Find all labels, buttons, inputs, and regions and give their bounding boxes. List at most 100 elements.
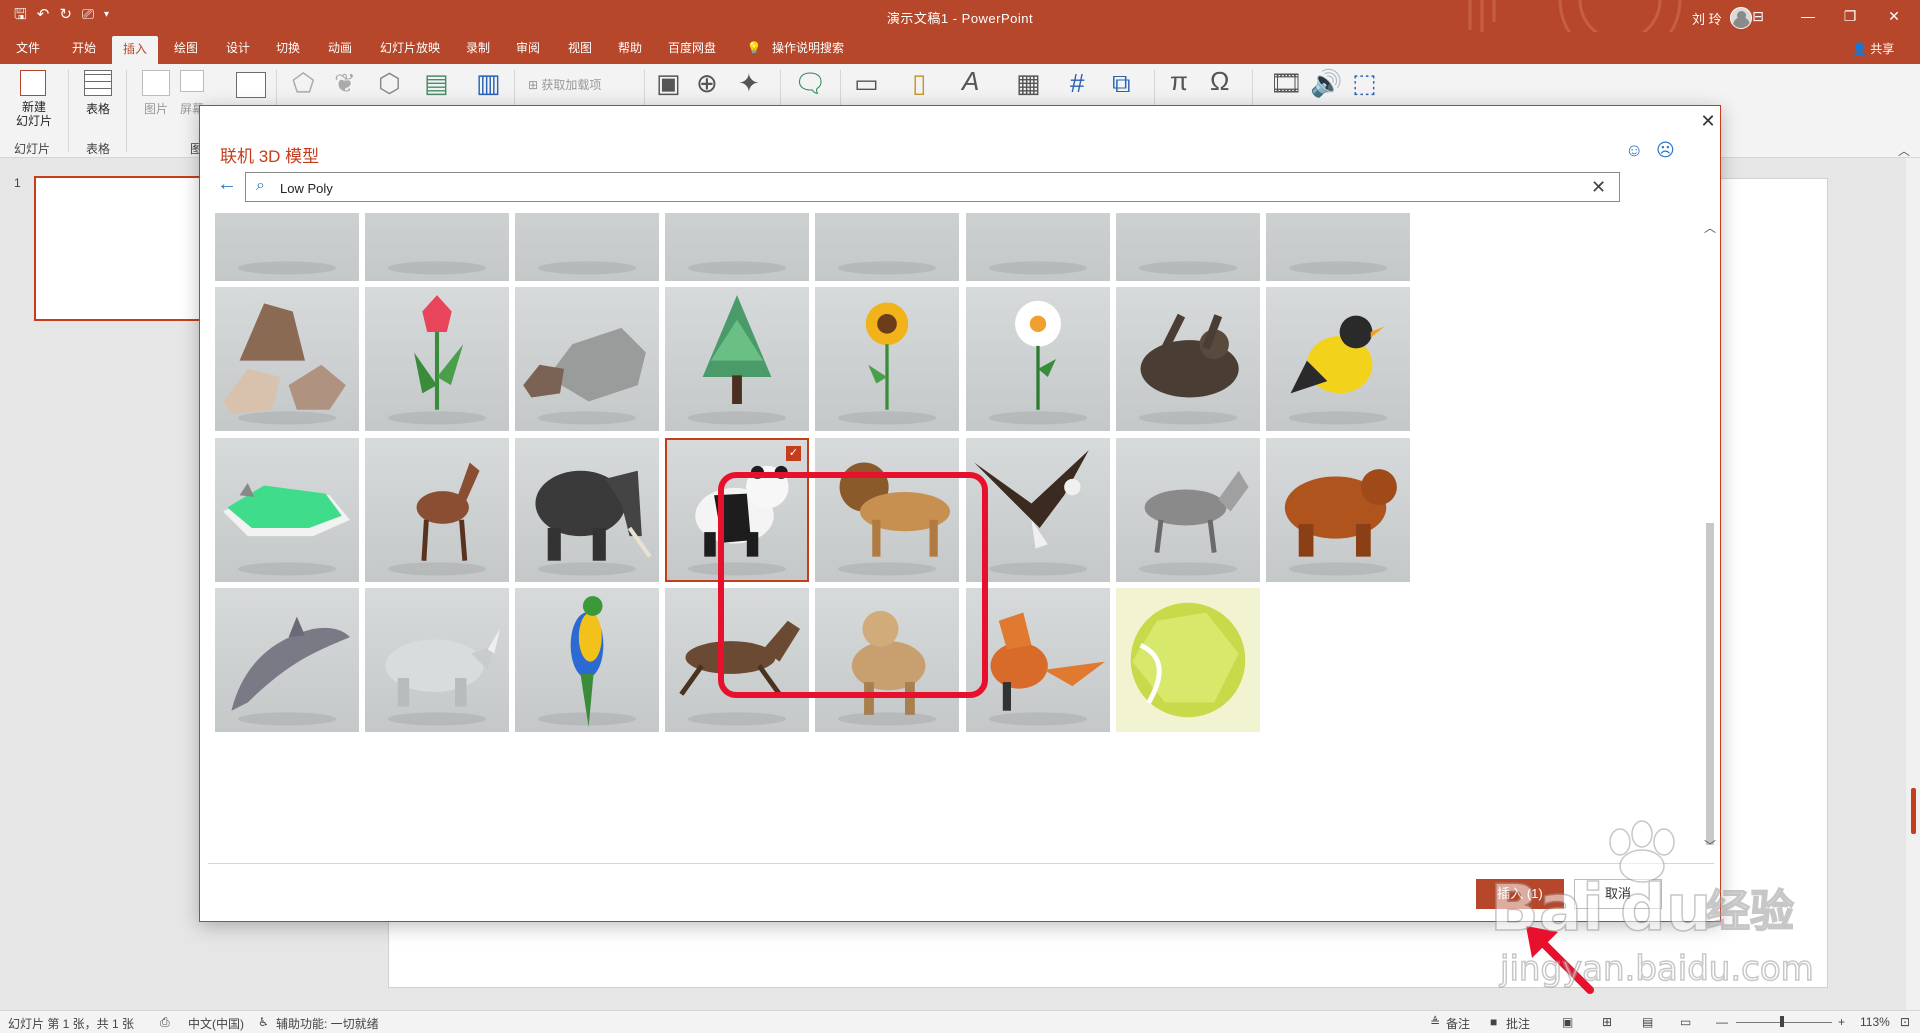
- dialog-close-icon[interactable]: ✕: [1697, 110, 1719, 132]
- reading-view-icon[interactable]: ▤: [1642, 1015, 1653, 1029]
- dialog-scroll-thumb[interactable]: [1706, 523, 1714, 845]
- back-arrow-icon[interactable]: ←: [217, 173, 237, 196]
- close-window-icon[interactable]: ✕: [1872, 0, 1916, 32]
- model-tile-canyon-island[interactable]: [1266, 213, 1410, 281]
- zoom-slider-thumb[interactable]: [1780, 1016, 1784, 1027]
- audio-icon[interactable]: 🔊: [1310, 68, 1342, 99]
- model-tile-sunflower[interactable]: [815, 287, 959, 431]
- tab-review[interactable]: 审阅: [510, 32, 546, 64]
- tab-slideshow[interactable]: 幻灯片放映: [374, 32, 446, 64]
- zoom-icon[interactable]: ▣: [656, 68, 681, 99]
- 3d-models-icon[interactable]: ⬡: [378, 68, 401, 99]
- equation-icon[interactable]: π: [1170, 66, 1188, 97]
- ribbon-display-options-icon[interactable]: ⊟: [1736, 0, 1780, 32]
- zoom-out-icon[interactable]: —: [1716, 1015, 1728, 1029]
- model-tile-pine-tree[interactable]: [665, 287, 809, 431]
- model-tile-rock-cliff[interactable]: [215, 213, 359, 281]
- model-tile-horse[interactable]: [665, 588, 809, 732]
- model-tile-sloth[interactable]: [1116, 287, 1260, 431]
- model-tile-rock-mound[interactable]: [365, 213, 509, 281]
- tab-view[interactable]: 视图: [562, 32, 598, 64]
- model-tile-parrot[interactable]: [515, 588, 659, 732]
- tab-baidu-netdisk[interactable]: 百度网盘: [662, 32, 722, 64]
- restore-icon[interactable]: ❐: [1828, 0, 1872, 32]
- model-tile-yellow-bird[interactable]: [1266, 287, 1410, 431]
- minimize-icon[interactable]: —: [1786, 0, 1830, 32]
- send-frown-icon[interactable]: ☹: [1656, 140, 1675, 161]
- slide-sorter-icon[interactable]: ⊞: [1602, 1015, 1612, 1029]
- model-tile-stones[interactable]: [515, 287, 659, 431]
- object-icon[interactable]: ⧉: [1112, 68, 1131, 100]
- accessibility-status[interactable]: 辅助功能: 一切就绪: [276, 1015, 379, 1032]
- model-tile-fox[interactable]: [966, 588, 1110, 732]
- new-slide-button[interactable]: 新建 幻灯片: [8, 70, 60, 128]
- notes-button[interactable]: 备注: [1446, 1015, 1470, 1032]
- send-smile-icon[interactable]: ☺: [1625, 140, 1643, 161]
- model-tile-tennis-ball[interactable]: [1116, 588, 1260, 732]
- tab-file[interactable]: 文件: [10, 32, 46, 64]
- model-tile-rhino[interactable]: [365, 588, 509, 732]
- date-time-icon[interactable]: ▦: [1016, 68, 1041, 99]
- model-tile-panda[interactable]: ✓: [665, 438, 809, 582]
- scroll-thumb[interactable]: [1911, 788, 1916, 834]
- model-tile-lynx[interactable]: [815, 588, 959, 732]
- tab-draw[interactable]: 绘图: [168, 32, 204, 64]
- symbol-icon[interactable]: Ω: [1210, 66, 1229, 97]
- search-box[interactable]: ⌕ ✕: [245, 172, 1620, 202]
- header-footer-icon[interactable]: ▯: [912, 68, 926, 99]
- model-tile-deer[interactable]: [365, 438, 509, 582]
- table-button[interactable]: 表格: [78, 70, 118, 117]
- comments-button[interactable]: 批注: [1506, 1015, 1530, 1032]
- model-tile-bear[interactable]: [1266, 438, 1410, 582]
- video-icon[interactable]: 🎞: [1270, 68, 1303, 99]
- fit-to-window-icon[interactable]: ⊡: [1900, 1015, 1910, 1029]
- smartart-icon[interactable]: ▤: [424, 68, 449, 99]
- share-button[interactable]: 👤 共享: [1852, 40, 1894, 57]
- pictures-button[interactable]: 图片: [140, 70, 172, 117]
- comment-icon[interactable]: 🗨: [794, 68, 827, 99]
- icons-icon[interactable]: ❦: [334, 68, 356, 99]
- spelling-icon[interactable]: ⎙: [160, 1015, 170, 1030]
- model-tile-dark-rock[interactable]: [515, 213, 659, 281]
- action-icon[interactable]: ✦: [738, 68, 760, 99]
- scroll-down-icon[interactable]: ﹀: [1703, 837, 1717, 854]
- model-tile-dolphin[interactable]: [215, 588, 359, 732]
- model-tile-tulip[interactable]: [365, 287, 509, 431]
- dialog-scrollbar[interactable]: ︿ ﹀: [1703, 213, 1717, 863]
- tab-transitions[interactable]: 切换: [270, 32, 306, 64]
- model-tile-lion[interactable]: [815, 438, 959, 582]
- tab-home[interactable]: 开始: [66, 32, 102, 64]
- clear-search-icon[interactable]: ✕: [1591, 177, 1606, 198]
- search-input[interactable]: [280, 178, 1560, 198]
- tab-insert[interactable]: 插入: [112, 36, 158, 64]
- tab-animations[interactable]: 动画: [322, 32, 358, 64]
- editor-scrollbar[interactable]: [1906, 158, 1920, 1010]
- model-tile-daisy[interactable]: [966, 287, 1110, 431]
- textbox-icon[interactable]: ▭: [854, 68, 879, 99]
- model-tile-wolf[interactable]: [1116, 438, 1260, 582]
- shapes-icon[interactable]: ⬠: [292, 68, 315, 99]
- model-tile-mossy-rock[interactable]: [1116, 213, 1260, 281]
- photo-album-icon[interactable]: [236, 72, 266, 98]
- model-tile-bare-tree[interactable]: [815, 213, 959, 281]
- get-addins-button[interactable]: ⊞ 获取加载项: [528, 76, 608, 93]
- slideshow-icon[interactable]: ▭: [1680, 1015, 1691, 1029]
- tab-design[interactable]: 设计: [220, 32, 256, 64]
- normal-view-icon[interactable]: ▣: [1562, 1015, 1573, 1029]
- screen-recording-icon[interactable]: ⬚: [1352, 68, 1377, 99]
- scroll-up-icon[interactable]: ︿: [1703, 219, 1717, 236]
- model-tile-eagle[interactable]: [966, 438, 1110, 582]
- language[interactable]: 中文(中国): [188, 1015, 244, 1032]
- slide-number-icon[interactable]: #: [1070, 68, 1084, 99]
- selected-checkbox-icon[interactable]: ✓: [786, 446, 801, 461]
- model-tile-green-island[interactable]: [215, 438, 359, 582]
- insert-button[interactable]: 插入 (1): [1476, 879, 1564, 909]
- model-tile-branch-tree[interactable]: [966, 213, 1110, 281]
- tab-record[interactable]: 录制: [460, 32, 496, 64]
- tab-help[interactable]: 帮助: [612, 32, 648, 64]
- zoom-in-icon[interactable]: +: [1838, 1015, 1845, 1029]
- zoom-level[interactable]: 113%: [1860, 1015, 1890, 1029]
- chart-icon[interactable]: ▥: [476, 68, 501, 99]
- zoom-slider[interactable]: [1736, 1022, 1832, 1023]
- model-tile-elephant[interactable]: [515, 438, 659, 582]
